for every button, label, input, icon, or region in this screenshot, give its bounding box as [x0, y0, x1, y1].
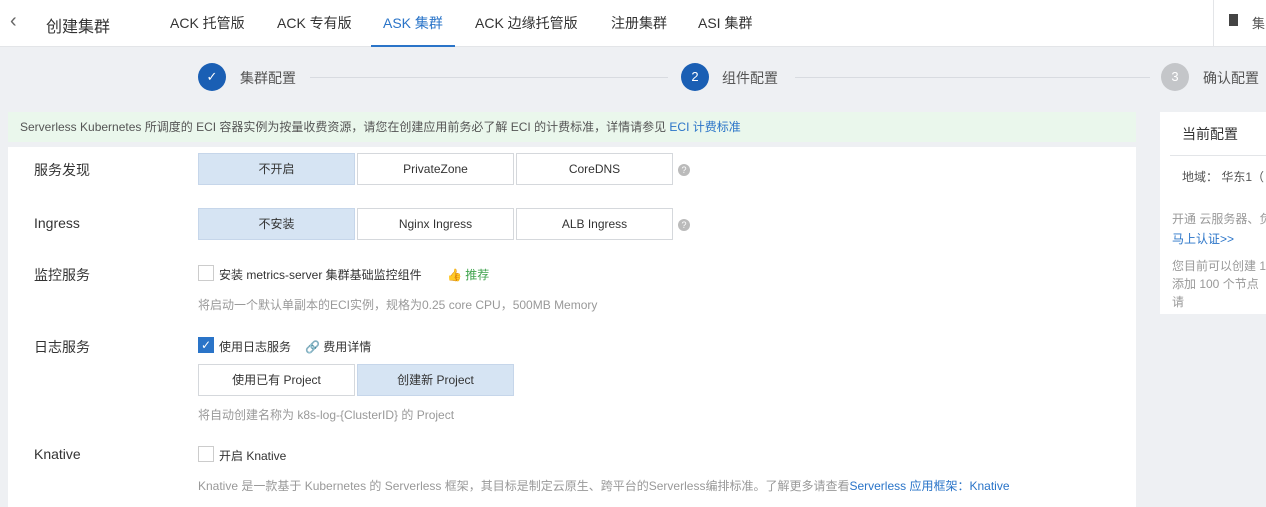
fee-details-link[interactable]: 🔗 费用详情: [305, 338, 371, 355]
right-link[interactable]: 集: [1252, 13, 1265, 32]
tab-asi[interactable]: ASI 集群: [698, 13, 752, 47]
step-connector: [310, 77, 668, 78]
option-privatezone[interactable]: PrivateZone: [357, 153, 514, 185]
service-discovery-label: 服务发现: [34, 162, 90, 178]
monitoring-label: 监控服务: [34, 267, 90, 283]
info-banner: Serverless Kubernetes 所调度的 ECI 容器实例为按量收费…: [8, 112, 1136, 142]
logging-checkbox[interactable]: ✓: [198, 337, 214, 353]
verify-link[interactable]: 马上认证>>: [1172, 230, 1234, 247]
step-number: 2: [681, 63, 709, 91]
help-icon[interactable]: ?: [678, 219, 690, 231]
step-label: 确认配置: [1203, 70, 1259, 86]
tab-ack-managed[interactable]: ACK 托管版: [170, 13, 245, 47]
current-config-panel: 当前配置 地域： 华东1（ 开通 云服务器、负 马上认证>> 您目前可以创建 1…: [1160, 112, 1266, 314]
tab-ack-edge[interactable]: ACK 边缘托管版: [475, 13, 578, 47]
option-nginx-ingress[interactable]: Nginx Ingress: [357, 208, 514, 240]
config-title: 当前配置: [1182, 126, 1238, 142]
logging-hint: 将自动创建名称为 k8s-log-{ClusterID} 的 Project: [198, 408, 455, 422]
fee-details-text: 费用详情: [323, 340, 372, 354]
monitoring-hint: 将启动一个默认单副本的ECI实例，规格为0.25 core CPU，500MB …: [198, 298, 598, 312]
divider: [1170, 155, 1266, 156]
form-panel: [8, 147, 1136, 507]
help-icon[interactable]: ?: [678, 164, 690, 176]
step-connector: [795, 77, 1150, 78]
top-nav: ‹ 创建集群 ACK 托管版 ACK 专有版 ASK 集群 ACK 边缘托管版 …: [0, 0, 1266, 47]
region-text: 地域： 华东1（: [1182, 170, 1265, 184]
recommend-badge: 👍 推荐: [447, 266, 489, 283]
knative-text: 开启 Knative: [219, 449, 287, 463]
knative-hint-text: Knative 是一款基于 Kubernetes 的 Serverless 框架…: [198, 479, 850, 493]
side-line1: 开通 云服务器、负: [1172, 212, 1266, 226]
option-coredns[interactable]: CoreDNS: [516, 153, 673, 185]
back-icon[interactable]: ‹: [10, 10, 17, 33]
tab-ask[interactable]: ASK 集群: [371, 13, 455, 47]
option-disabled[interactable]: 不开启: [198, 153, 355, 185]
document-icon[interactable]: [1229, 14, 1238, 26]
divider: [1213, 0, 1214, 47]
option-alb-ingress[interactable]: ALB Ingress: [516, 208, 673, 240]
step-number: 3: [1161, 63, 1189, 91]
logging-label: 日志服务: [34, 339, 90, 355]
side-line2: 您目前可以创建 1: [1172, 259, 1266, 273]
page-title: 创建集群: [46, 19, 111, 36]
link-icon: 🔗: [305, 340, 320, 354]
thumbs-up-icon: 👍: [447, 268, 462, 282]
knative-hint: Knative 是一款基于 Kubernetes 的 Serverless 框架…: [198, 477, 1010, 494]
side-line3: 添加 100 个节点: [1172, 277, 1259, 291]
step-done-icon: ✓: [198, 63, 226, 91]
ingress-label: Ingress: [34, 215, 80, 231]
knative-label: Knative: [34, 446, 81, 462]
option-existing-project[interactable]: 使用已有 Project: [198, 364, 355, 396]
metrics-server-text: 安装 metrics-server 集群基础监控组件: [219, 268, 422, 282]
logging-text: 使用日志服务: [219, 340, 292, 354]
banner-text: Serverless Kubernetes 所调度的 ECI 容器实例为按量收费…: [20, 120, 670, 134]
side-line4: 请: [1172, 295, 1185, 309]
option-new-project[interactable]: 创建新 Project: [357, 364, 514, 396]
option-no-install[interactable]: 不安装: [198, 208, 355, 240]
knative-link[interactable]: Serverless 应用框架：Knative: [849, 479, 1009, 493]
recommend-text: 推荐: [465, 268, 490, 282]
knative-checkbox[interactable]: [198, 446, 214, 462]
tab-registered[interactable]: 注册集群: [611, 13, 667, 47]
step-label: 集群配置: [240, 70, 296, 86]
metrics-server-checkbox[interactable]: [198, 265, 214, 281]
step-label: 组件配置: [722, 70, 778, 86]
eci-billing-link[interactable]: ECI 计费标准: [669, 120, 740, 134]
tab-ack-dedicated[interactable]: ACK 专有版: [277, 13, 352, 47]
